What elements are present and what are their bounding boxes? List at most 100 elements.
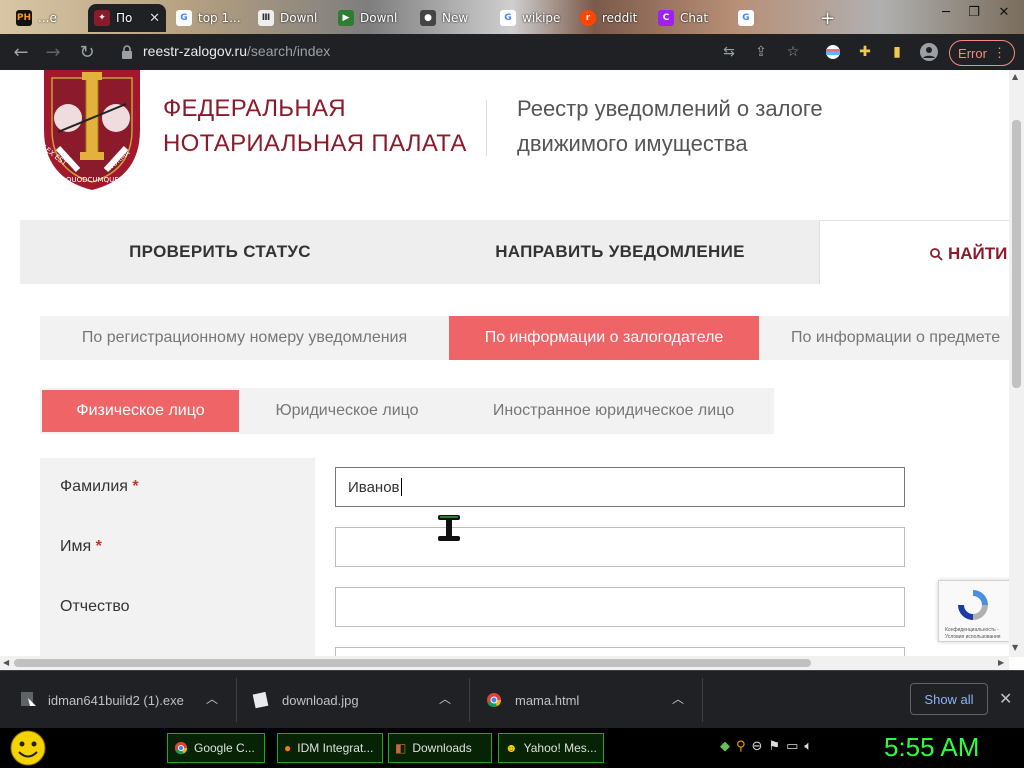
monitor-tray-icon[interactable]: ▭ bbox=[786, 739, 798, 754]
taskbar-button-yahoo[interactable]: ☻ Yahoo! Mes... bbox=[498, 733, 604, 763]
downloads-folder-icon: ◧ bbox=[395, 741, 407, 755]
tab-title: reddit bbox=[602, 11, 638, 25]
browser-tab[interactable]: G top 1... bbox=[170, 4, 250, 32]
firefox-icon: ● bbox=[284, 741, 292, 755]
divider bbox=[469, 678, 470, 722]
download-item[interactable]: idman641build2 (1).exe bbox=[18, 684, 184, 716]
google-favicon-icon: G bbox=[738, 10, 754, 26]
taskbar-button-chrome[interactable]: Google C... bbox=[167, 733, 265, 763]
browser-tab[interactable]: G bbox=[732, 4, 802, 32]
download-item[interactable]: mama.html bbox=[486, 684, 579, 716]
translate-icon[interactable]: ⇆ bbox=[720, 43, 738, 61]
scroll-down-icon[interactable]: ▼ bbox=[1012, 643, 1018, 652]
browser-tab[interactable]: PH ...e bbox=[10, 4, 82, 32]
tab-by-pledgor-info[interactable]: По информации о залогодателе bbox=[449, 316, 759, 360]
nav-check-status[interactable]: ПРОВЕРИТЬ СТАТУС bbox=[20, 220, 420, 284]
scroll-up-icon[interactable]: ▲ bbox=[1012, 72, 1018, 81]
download-item[interactable]: download.jpg bbox=[252, 684, 359, 716]
share-icon[interactable]: ⇪ bbox=[752, 43, 770, 61]
chevron-up-icon[interactable]: ︿ bbox=[439, 690, 451, 707]
minimize-icon[interactable]: ─ bbox=[932, 0, 960, 24]
tab-title: По bbox=[116, 11, 133, 25]
smiley-start-icon[interactable] bbox=[8, 729, 48, 767]
horizontal-scroll-thumb[interactable] bbox=[14, 659, 811, 667]
nav-find[interactable]: НАЙТИ bbox=[930, 244, 1007, 264]
taskbar-button-label: Google C... bbox=[194, 741, 255, 755]
surname-value: Иванов bbox=[348, 478, 400, 496]
volume-tray-icon[interactable]: 🔈︎ bbox=[804, 739, 812, 754]
recaptcha-badge[interactable]: Конфиденциальность - Условия использован… bbox=[938, 580, 1009, 642]
lock-icon[interactable] bbox=[118, 43, 136, 61]
network-tray-icon[interactable]: ◆ bbox=[720, 739, 730, 754]
tab-legal-entity[interactable]: Юридическое лицо bbox=[241, 390, 453, 432]
reload-icon[interactable]: ↻ bbox=[72, 34, 102, 70]
scroll-left-icon[interactable]: ◀ bbox=[3, 658, 9, 667]
chevron-up-icon[interactable]: ︿ bbox=[672, 690, 684, 707]
vertical-scroll-thumb[interactable] bbox=[1012, 120, 1021, 388]
recaptcha-terms[interactable]: Условия использования bbox=[945, 634, 1001, 640]
org-name-line1: ФЕДЕРАЛЬНАЯ bbox=[163, 95, 346, 122]
recaptcha-privacy[interactable]: Конфиденциальность - bbox=[945, 627, 999, 633]
bookmark-star-icon[interactable]: ☆ bbox=[784, 43, 802, 61]
search-icon bbox=[930, 247, 943, 261]
side-panel-icon[interactable]: ▮ bbox=[888, 43, 906, 61]
maximize-icon[interactable]: ❐ bbox=[960, 0, 988, 24]
minus-tray-icon[interactable]: ⊖ bbox=[752, 739, 763, 754]
scroll-right-icon[interactable]: ▶ bbox=[998, 658, 1004, 667]
tab-by-registration-number[interactable]: По регистрационному номеру уведомления bbox=[40, 316, 449, 360]
tab-individual[interactable]: Физическое лицо bbox=[42, 390, 239, 432]
download-filename: idman641build2 (1).exe bbox=[48, 692, 184, 708]
show-all-button[interactable]: Show all bbox=[910, 683, 988, 715]
nav-send-notice[interactable]: НАПРАВИТЬ УВЕДОМЛЕНИЕ bbox=[420, 220, 820, 284]
system-tray: ◆ ⚲ ⊖ ⚑ ▭ 🔈︎ bbox=[720, 739, 812, 754]
name-label-text: Имя bbox=[60, 538, 92, 555]
web-page: LEX EST NORMA QUODCUMQUE ФЕДЕРАЛЬНАЯ НОТ… bbox=[0, 70, 1009, 657]
flag-favicon-icon: ▶ bbox=[338, 10, 354, 26]
browser-tab-active[interactable]: ✦ По ✕ bbox=[88, 4, 166, 32]
extension-flag-icon[interactable] bbox=[824, 43, 842, 61]
tab-by-subject-info[interactable]: По информации о предмете bbox=[759, 316, 1009, 360]
taskbar-clock[interactable]: 5:55 AM bbox=[884, 732, 979, 763]
chat-favicon-icon: C bbox=[658, 10, 674, 26]
tab-title: Chat bbox=[680, 11, 709, 25]
browser-tab[interactable]: ● New bbox=[414, 4, 492, 32]
chevron-up-icon[interactable]: ︿ bbox=[206, 690, 218, 707]
tab-title: New bbox=[442, 11, 469, 25]
header-divider bbox=[486, 100, 487, 156]
extensions-puzzle-icon[interactable]: ✚ bbox=[856, 43, 874, 61]
taskbar-button-idm[interactable]: ● IDM Integrat... bbox=[277, 733, 383, 763]
profile-avatar-icon[interactable] bbox=[920, 43, 938, 61]
search-tray-icon[interactable]: ⚲ bbox=[736, 739, 746, 754]
download-filename: download.jpg bbox=[282, 692, 359, 708]
browser-tab[interactable]: G wikipe bbox=[494, 4, 572, 32]
required-mark: * bbox=[132, 478, 139, 495]
url-host: reestr-zalogov.ru bbox=[143, 43, 248, 59]
close-window-icon[interactable]: ✕ bbox=[990, 0, 1018, 24]
name-input[interactable] bbox=[335, 527, 905, 567]
new-tab-button[interactable]: + bbox=[814, 4, 840, 32]
close-tab-icon[interactable]: ✕ bbox=[149, 11, 160, 26]
tab-title: Downl bbox=[360, 11, 398, 25]
surname-input[interactable]: Иванов bbox=[335, 467, 905, 507]
text-caret bbox=[400, 478, 402, 496]
taskbar-button-label: IDM Integrat... bbox=[297, 741, 374, 755]
notary-chamber-logo-icon bbox=[44, 70, 140, 190]
image-file-icon bbox=[252, 691, 269, 709]
url-text[interactable]: reestr-zalogov.ru/search/index bbox=[143, 43, 330, 59]
google-favicon-icon: G bbox=[500, 10, 516, 26]
browser-tab[interactable]: C Chat bbox=[652, 4, 730, 32]
flag-tray-icon[interactable]: ⚑ bbox=[768, 739, 780, 754]
tab-foreign-legal-entity[interactable]: Иностранное юридическое лицо bbox=[455, 390, 772, 432]
taskbar-button-downloads[interactable]: ◧ Downloads bbox=[388, 733, 492, 763]
browser-tab[interactable]: ▶ Downl bbox=[332, 4, 412, 32]
error-button[interactable]: Error ⋮ bbox=[949, 40, 1015, 66]
forward-icon[interactable]: → bbox=[38, 34, 68, 70]
browser-tab[interactable]: Ⅲ Downl bbox=[252, 4, 330, 32]
surname-label: Фамилия * bbox=[60, 478, 139, 496]
patronymic-input[interactable] bbox=[335, 587, 905, 627]
close-downloads-icon[interactable]: ✕ bbox=[999, 689, 1012, 708]
more-menu-icon: ⋮ bbox=[992, 45, 1006, 60]
nav-find-label: НАЙТИ bbox=[948, 244, 1008, 263]
back-icon[interactable]: ← bbox=[6, 34, 36, 70]
browser-tab[interactable]: r reddit bbox=[574, 4, 650, 32]
